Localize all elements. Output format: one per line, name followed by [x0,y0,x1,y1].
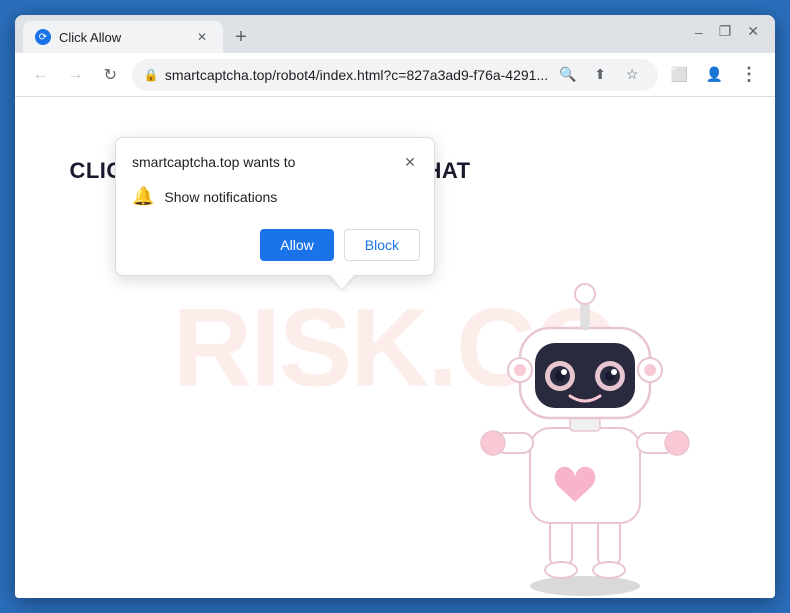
tab-favicon [35,29,51,45]
bell-icon: 🔔 [132,186,154,207]
tab-bar: Click Allow ✕ + [15,15,775,53]
close-icon: ✕ [404,154,416,171]
extensions-icon[interactable]: ⬜ [666,61,693,89]
robot-svg [475,258,695,598]
notification-popup: smartcaptcha.top wants to ✕ 🔔 Show notif… [115,137,435,276]
browser-window: Click Allow ✕ + – ❐ ✕ ← → ↻ 🔒 smartcaptc… [15,15,775,598]
popup-title: smartcaptcha.top wants to [132,154,295,170]
active-tab[interactable]: Click Allow ✕ [23,21,223,53]
block-button[interactable]: Block [344,229,420,261]
minimize-button[interactable]: – [695,24,703,40]
forward-button[interactable]: → [62,61,89,89]
bubble-header: smartcaptcha.top wants to ✕ [116,138,434,180]
page-content: RISK.CO smartcaptcha.top wants to ✕ 🔔 Sh… [15,97,775,598]
share-icon[interactable]: ⬆ [586,61,614,89]
new-tab-button[interactable]: + [227,23,255,51]
profile-icon[interactable]: 👤 [701,61,728,89]
allow-button[interactable]: Allow [260,229,333,261]
url-actions: 🔍 ⬆ ☆ [554,61,646,89]
tab-bar-wrapper: Click Allow ✕ + – ❐ ✕ [15,15,775,53]
back-button[interactable]: ← [27,61,54,89]
lock-icon: 🔒 [144,68,159,82]
popup-actions: Allow Block [116,221,434,275]
restore-button[interactable]: ❐ [719,23,732,40]
notification-label: Show notifications [164,189,277,205]
tab-close-button[interactable]: ✕ [193,28,211,46]
robot-image [455,218,715,598]
url-box[interactable]: 🔒 smartcaptcha.top/robot4/index.html?c=8… [132,59,658,91]
window-controls: – ❐ ✕ [695,23,759,40]
refresh-button[interactable]: ↻ [97,61,124,89]
url-text: smartcaptcha.top/robot4/index.html?c=827… [165,67,548,83]
bookmark-icon[interactable]: ☆ [618,61,646,89]
tab-title: Click Allow [59,30,185,45]
notification-row: 🔔 Show notifications [116,180,434,221]
popup-close-button[interactable]: ✕ [400,152,420,172]
menu-button[interactable]: ⋮ [736,61,763,89]
search-icon[interactable]: 🔍 [554,61,582,89]
close-button[interactable]: ✕ [747,23,759,40]
address-bar: ← → ↻ 🔒 smartcaptcha.top/robot4/index.ht… [15,53,775,97]
